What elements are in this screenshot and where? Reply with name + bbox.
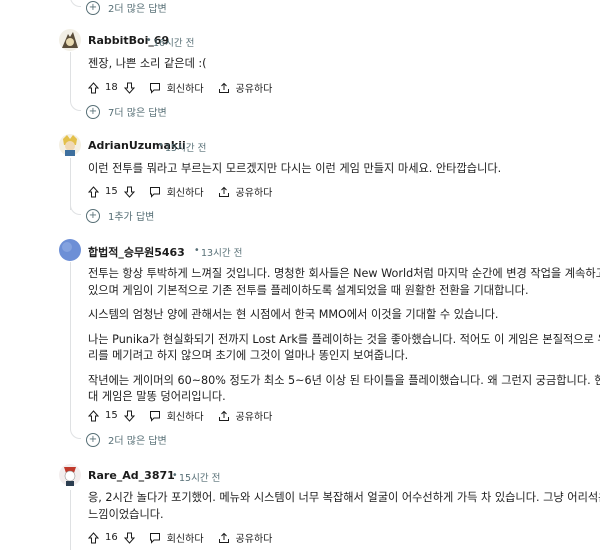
vote-group: 15	[88, 409, 135, 422]
timestamp: 15시간 전	[165, 143, 207, 154]
plus-circle-icon: +	[86, 0, 100, 15]
thread-elbow	[70, 426, 81, 439]
share-icon	[218, 82, 229, 93]
avatar[interactable]	[58, 463, 82, 487]
plus-circle-icon: +	[86, 104, 100, 119]
share-icon	[218, 186, 229, 197]
plus-circle-icon: +	[86, 208, 100, 223]
timestamp: 15시간 전	[179, 473, 221, 484]
snoo-avatar-icon	[59, 134, 81, 156]
plus-circle-icon: +	[86, 432, 100, 447]
more-replies-link[interactable]: + 1추가 답변	[86, 208, 154, 223]
comment-bubble-icon	[149, 186, 160, 198]
vote-count: 15	[105, 410, 118, 421]
comment-body: 전투는 항상 투박하게 느껴질 것입니다. 명청한 회사들은 New World…	[88, 267, 600, 403]
vote-group: 18	[88, 81, 135, 94]
meta-separator: •	[146, 35, 152, 46]
vote-count: 18	[105, 82, 118, 93]
more-replies-link[interactable]: + 2더 많은 답변	[86, 0, 167, 15]
vote-count: 16	[105, 532, 118, 543]
vote-group: 16	[88, 531, 135, 544]
thread-line	[70, 262, 71, 430]
comment-bubble-icon	[149, 532, 160, 544]
downvote-icon[interactable]	[123, 410, 135, 422]
comment-body: 젠장, 나쁜 소리 같은데 :(	[88, 57, 207, 70]
thread-elbow	[70, 202, 81, 215]
timestamp: 16시간 전	[153, 38, 195, 49]
comment-actions: 15 회신하다 공유하다	[88, 184, 286, 199]
downvote-icon[interactable]	[123, 82, 135, 94]
snoo-avatar-icon	[59, 29, 81, 51]
comment-actions: 15 회신하다 공유하다	[88, 408, 286, 423]
share-icon	[218, 410, 229, 421]
timestamp: 13시간 전	[201, 248, 243, 259]
username[interactable]: 합법적_승무원5463	[88, 244, 185, 260]
upvote-icon[interactable]	[88, 409, 99, 422]
share-icon	[218, 532, 229, 543]
thread-line	[70, 490, 71, 550]
share-button[interactable]: 공유하다	[218, 184, 272, 199]
upvote-icon[interactable]	[88, 81, 99, 94]
comment-body: 이런 전투를 뭐라고 부르는지 모르겠지만 다시는 이런 게임 만들지 마세요.…	[88, 162, 502, 175]
more-replies-link[interactable]: + 7더 많은 답변	[86, 104, 167, 119]
meta-separator: •	[172, 470, 178, 481]
thread-line	[70, 50, 71, 102]
avatar[interactable]	[58, 133, 82, 157]
reply-button[interactable]: 회신하다	[149, 530, 204, 545]
avatar[interactable]	[58, 238, 82, 262]
comment-actions: 18 회신하다 공유하다	[88, 80, 286, 95]
thread-elbow	[70, 0, 81, 7]
avatar[interactable]	[58, 28, 82, 52]
upvote-icon[interactable]	[88, 185, 99, 198]
blue-circle-avatar-icon	[59, 239, 81, 261]
upvote-icon[interactable]	[88, 531, 99, 544]
share-button[interactable]: 공유하다	[218, 408, 272, 423]
thread-elbow	[70, 98, 81, 111]
share-button[interactable]: 공유하다	[218, 80, 272, 95]
downvote-icon[interactable]	[123, 532, 135, 544]
comment-actions: 16 회신하다 공유하다	[88, 530, 286, 545]
reply-button[interactable]: 회신하다	[149, 184, 204, 199]
meta-separator: •	[158, 140, 164, 151]
share-button[interactable]: 공유하다	[218, 530, 272, 545]
comment-bubble-icon	[149, 82, 160, 94]
meta-separator: •	[194, 245, 200, 256]
comment-body: 응, 2시간 놀다가 포기했어. 메뉴와 시스템이 너무 복잡해서 얼굴이 어수…	[88, 491, 600, 521]
comment-bubble-icon	[149, 410, 160, 422]
reply-button[interactable]: 회신하다	[149, 408, 204, 423]
reply-button[interactable]: 회신하다	[149, 80, 204, 95]
snoo-avatar-icon	[59, 464, 81, 486]
vote-group: 15	[88, 185, 135, 198]
username[interactable]: Rare_Ad_3871	[88, 469, 175, 482]
more-replies-link[interactable]: + 2더 많은 답변	[86, 432, 167, 447]
vote-count: 15	[105, 186, 118, 197]
downvote-icon[interactable]	[123, 186, 135, 198]
